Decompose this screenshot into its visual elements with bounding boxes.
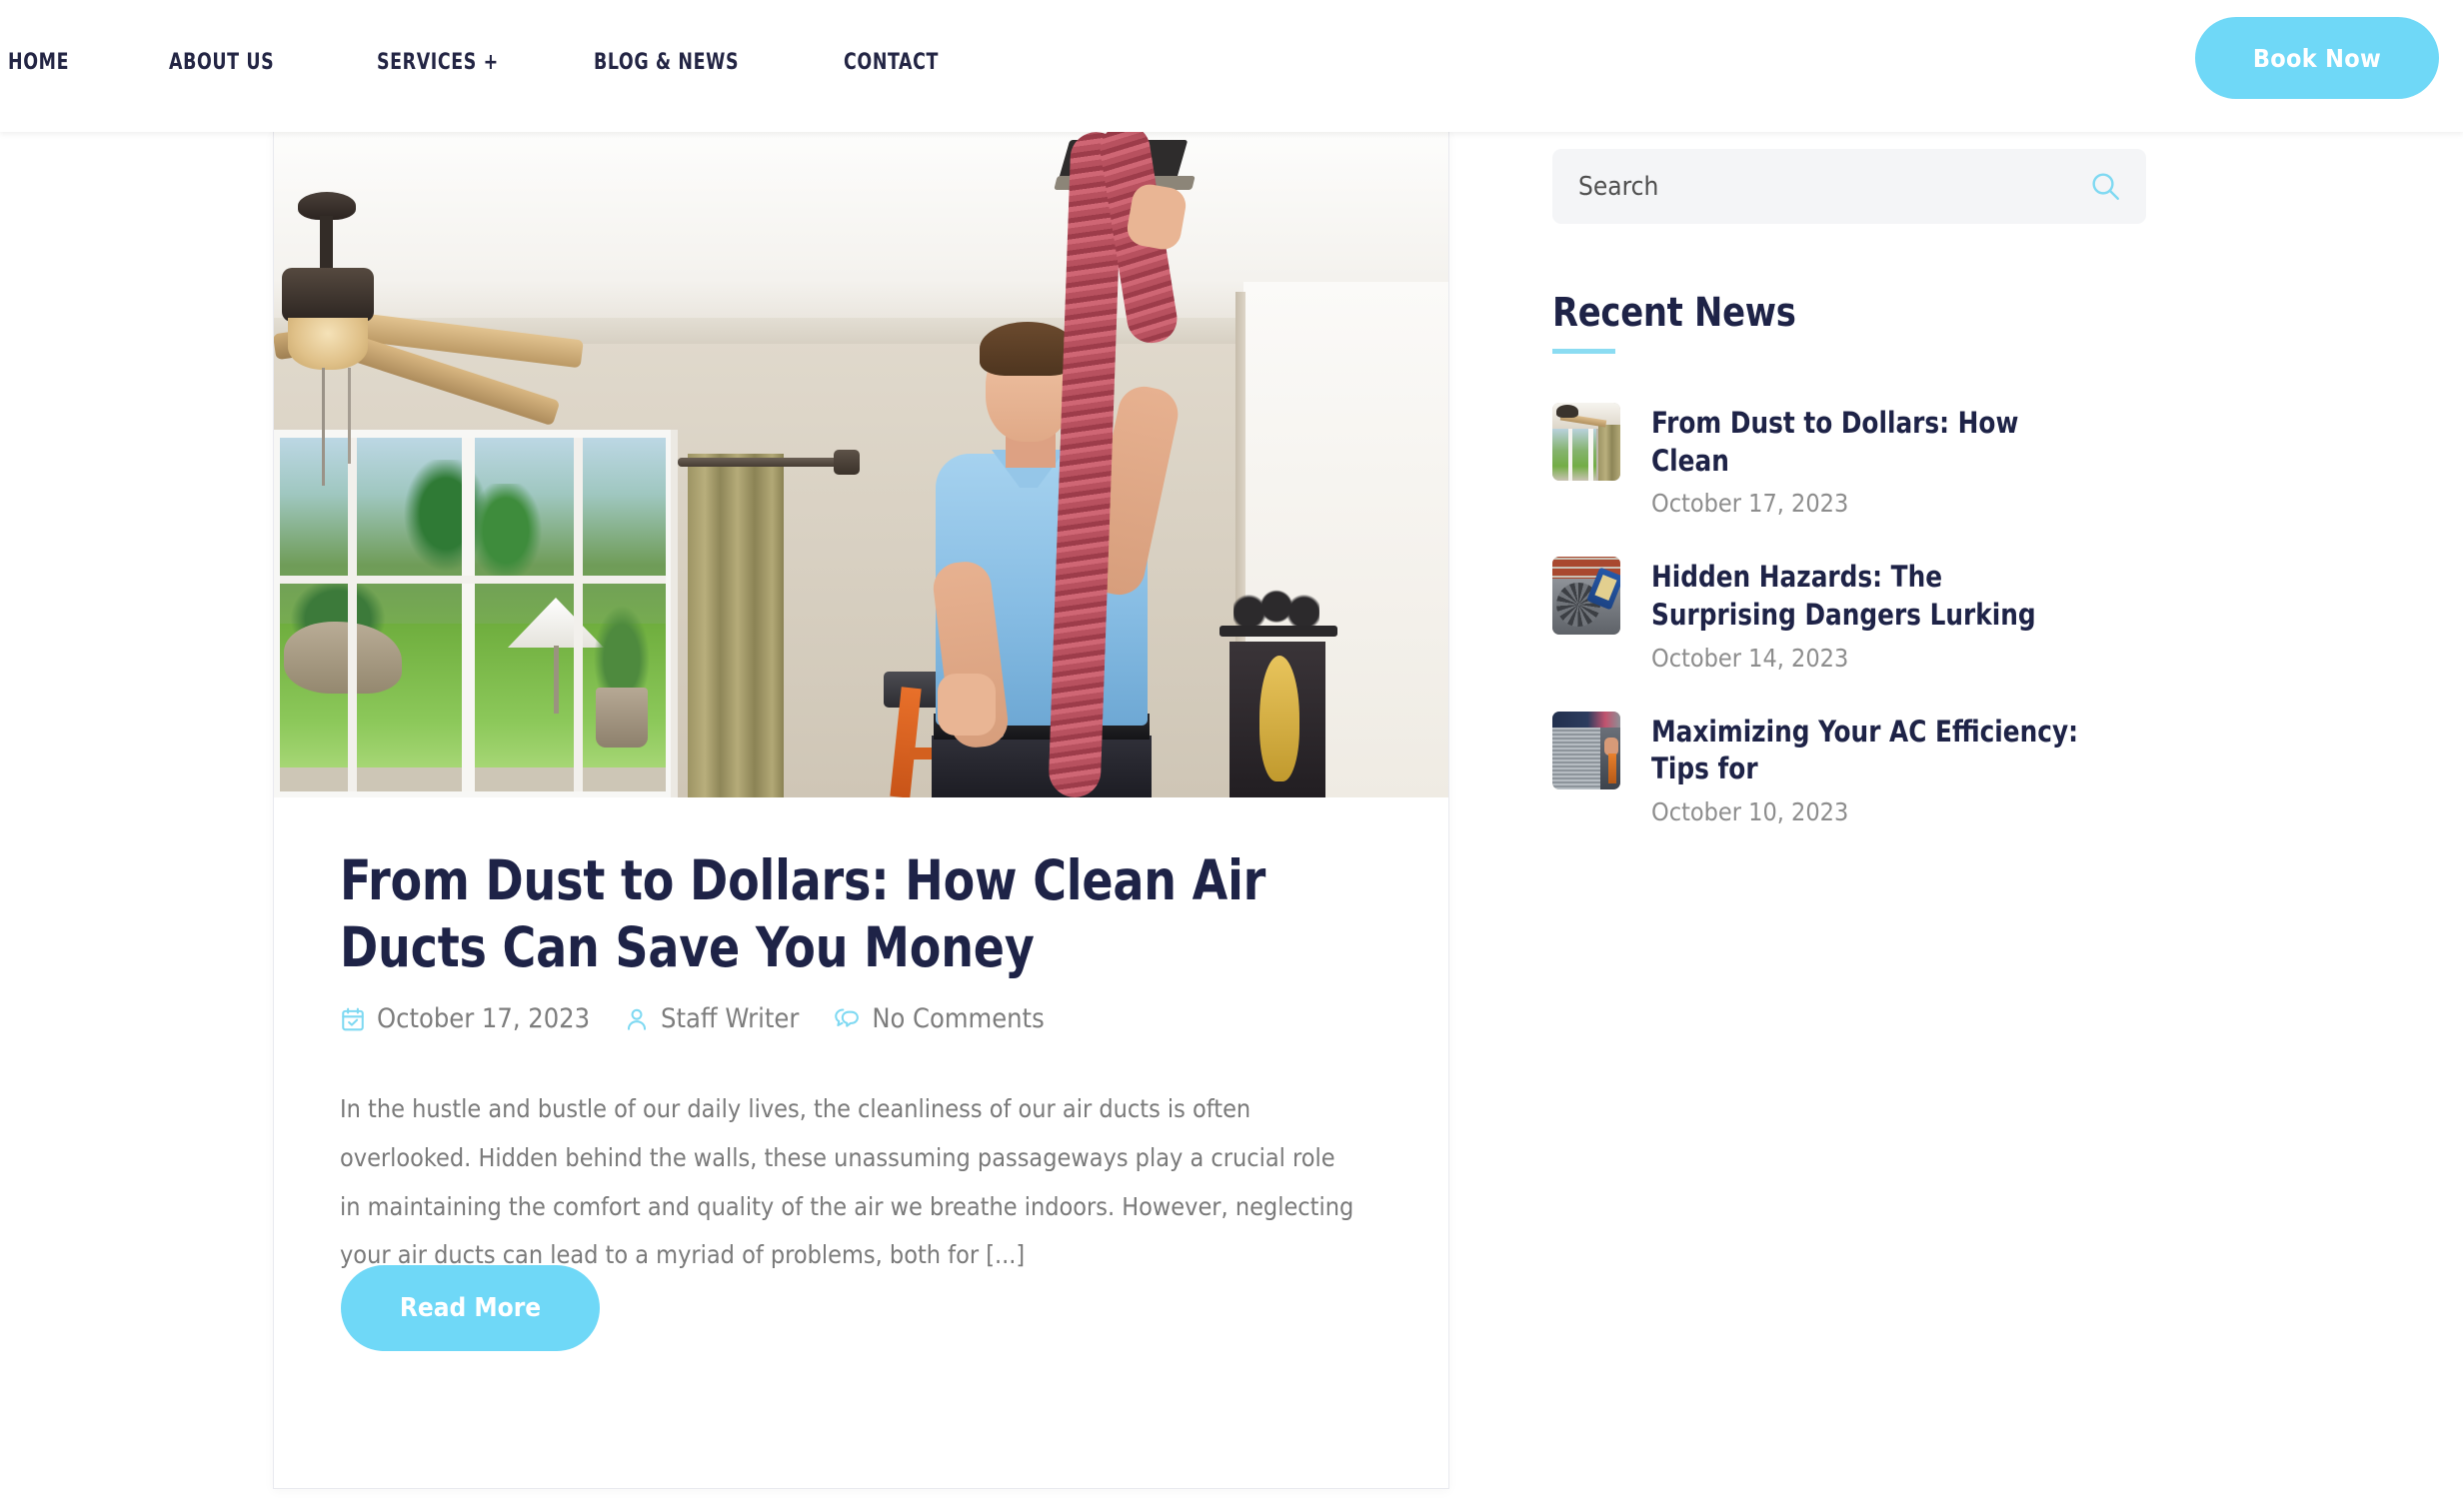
umbrella-pole [554,646,559,714]
nav-item-about-us[interactable]: ABOUT US [169,50,274,75]
thumb-mullion [1588,429,1593,481]
recent-news-item-2[interactable]: Hidden Hazards: The Surprising Dangers L… [1552,557,2146,673]
ceiling-fan-motor [282,268,374,322]
curtain-rod-finial [834,450,860,475]
wall-decor-bar [1220,626,1337,637]
read-more-button[interactable]: Read More [341,1265,600,1351]
fan-pull-chain [322,368,325,486]
nav-item-services[interactable]: SERVICES + [377,50,499,75]
nav-item-contact[interactable]: CONTACT [844,50,939,75]
news-text: Hidden Hazards: The Surprising Dangers L… [1651,557,2111,672]
news-title[interactable]: Maximizing Your AC Efficiency: Tips for [1651,714,2088,788]
ceiling-fan-downrod [320,216,333,274]
page-content: From Dust to Dollars: How Clean Air Duct… [0,132,2463,1512]
news-text: Maximizing Your AC Efficiency: Tips for … [1651,712,2111,826]
article-author-text: Staff Writer [661,1003,800,1034]
thumb-ceiling-fan [1556,405,1578,418]
door-mullion [348,438,357,791]
wall-decor-ornament [1259,656,1299,781]
thumb-curtain [1598,425,1620,481]
recent-news-title: Recent News [1552,290,1796,336]
article-excerpt: In the hustle and bustle of our daily li… [340,1094,1354,1270]
door-mullion [280,576,666,584]
nav-item-blog-news[interactable]: BLOG & NEWS [594,50,739,75]
nav-item-home[interactable]: HOME [8,50,69,75]
article-meta: October 17, 2023 Staff Writer No Comment… [340,1003,1045,1034]
recent-news-item-1[interactable]: From Dust to Dollars: How Clean October … [1552,403,2146,518]
window-curtain [688,454,784,797]
news-title[interactable]: From Dust to Dollars: How Clean [1651,405,2088,480]
recent-news-list: From Dust to Dollars: How Clean October … [1552,403,2146,865]
news-thumbnail[interactable] [1552,557,1620,636]
technician-hand-lower [938,674,996,736]
news-date: October 10, 2023 [1651,797,1849,827]
recent-news-item-3[interactable]: Maximizing Your AC Efficiency: Tips for … [1552,711,2146,826]
comments-icon [833,1006,861,1032]
book-now-button[interactable]: Book Now [2195,17,2439,99]
fan-pull-chain [348,368,351,464]
thumb-mullion [1568,429,1572,481]
wall-decor-scroll [1233,572,1319,630]
news-thumbnail[interactable] [1552,711,1620,789]
primary-navigation: HOME ABOUT US SERVICES + BLOG & NEWS CON… [8,50,952,75]
article-card: From Dust to Dollars: How Clean Air Duct… [273,132,1449,1489]
potted-plant [592,602,652,698]
patio-umbrella [508,598,604,648]
technician-hair [980,322,1076,376]
article-comments[interactable]: No Comments [833,1003,1045,1034]
search-input[interactable] [1578,149,2078,224]
site-header: HOME ABOUT US SERVICES + BLOG & NEWS CON… [0,0,2463,132]
news-text: From Dust to Dollars: How Clean October … [1651,403,2111,518]
curtain-rod [678,458,858,467]
article-date-text: October 17, 2023 [377,1003,591,1034]
search-submit-button[interactable] [2086,168,2124,206]
article-featured-image[interactable] [274,132,1448,797]
article-author[interactable]: Staff Writer [624,1003,799,1034]
article-title[interactable]: From Dust to Dollars: How Clean Air Duct… [340,847,1297,981]
user-icon [624,1006,650,1032]
news-date: October 17, 2023 [1651,489,1849,519]
search-widget [1552,149,2146,224]
plant-pot [596,688,648,748]
palm-tree-secondary [466,484,546,588]
thumb-ac-coil [1552,727,1602,789]
news-title[interactable]: Hidden Hazards: The Surprising Dangers L… [1651,559,2088,634]
news-date: October 14, 2023 [1651,643,1849,673]
door-mullion [574,438,583,791]
calendar-check-icon [340,1006,366,1032]
article-comments-text: No Comments [872,1003,1045,1034]
ceiling-fan-light [288,318,368,370]
news-thumbnail[interactable] [1552,403,1620,481]
door-mullion [462,438,475,791]
article-date[interactable]: October 17, 2023 [340,1003,590,1034]
search-icon [2088,169,2122,206]
section-underline [1552,349,1615,354]
thumb-tool [1608,753,1616,783]
